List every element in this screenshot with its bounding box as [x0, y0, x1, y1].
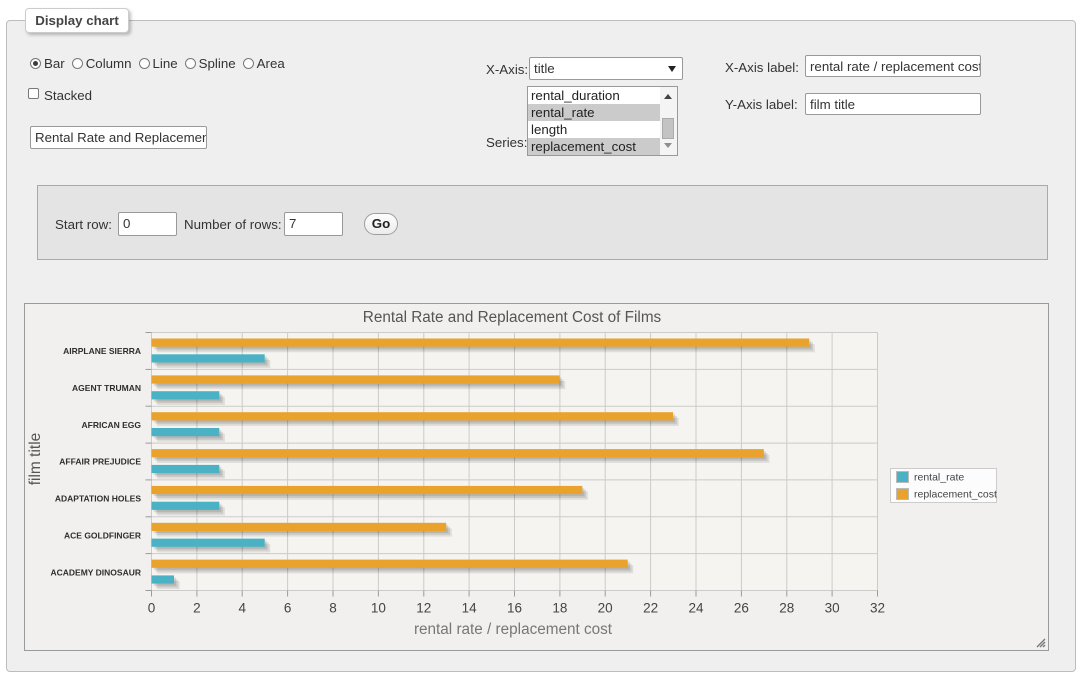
svg-text:replacement_cost: replacement_cost: [914, 489, 997, 501]
svg-text:rental_rate: rental_rate: [914, 472, 964, 484]
svg-text:ACADEMY DINOSAUR: ACADEMY DINOSAUR: [50, 567, 141, 577]
svg-text:12: 12: [416, 601, 431, 616]
svg-text:4: 4: [238, 601, 246, 616]
svg-text:18: 18: [552, 601, 567, 616]
svg-text:AIRPLANE SIERRA: AIRPLANE SIERRA: [63, 346, 141, 356]
svg-text:Rental Rate and Replacement Co: Rental Rate and Replacement Cost of Film…: [363, 309, 662, 326]
svg-text:26: 26: [734, 601, 749, 616]
svg-text:6: 6: [284, 601, 292, 616]
svg-text:ACE GOLDFINGER: ACE GOLDFINGER: [64, 530, 141, 540]
svg-text:22: 22: [643, 601, 658, 616]
svg-text:30: 30: [825, 601, 840, 616]
svg-text:8: 8: [329, 601, 337, 616]
svg-text:10: 10: [371, 601, 386, 616]
svg-text:20: 20: [598, 601, 613, 616]
svg-text:24: 24: [688, 601, 704, 616]
svg-text:14: 14: [462, 601, 478, 616]
svg-text:rental rate / replacement cost: rental rate / replacement cost: [414, 621, 613, 638]
svg-text:AFRICAN EGG: AFRICAN EGG: [82, 420, 142, 430]
svg-text:2: 2: [193, 601, 201, 616]
svg-text:ADAPTATION HOLES: ADAPTATION HOLES: [55, 494, 141, 504]
svg-text:AFFAIR PREJUDICE: AFFAIR PREJUDICE: [59, 457, 141, 467]
svg-text:film title: film title: [27, 433, 44, 486]
svg-text:16: 16: [507, 601, 522, 616]
svg-text:32: 32: [870, 601, 885, 616]
svg-text:0: 0: [148, 601, 156, 616]
svg-text:AGENT TRUMAN: AGENT TRUMAN: [72, 383, 141, 393]
svg-text:28: 28: [779, 601, 794, 616]
